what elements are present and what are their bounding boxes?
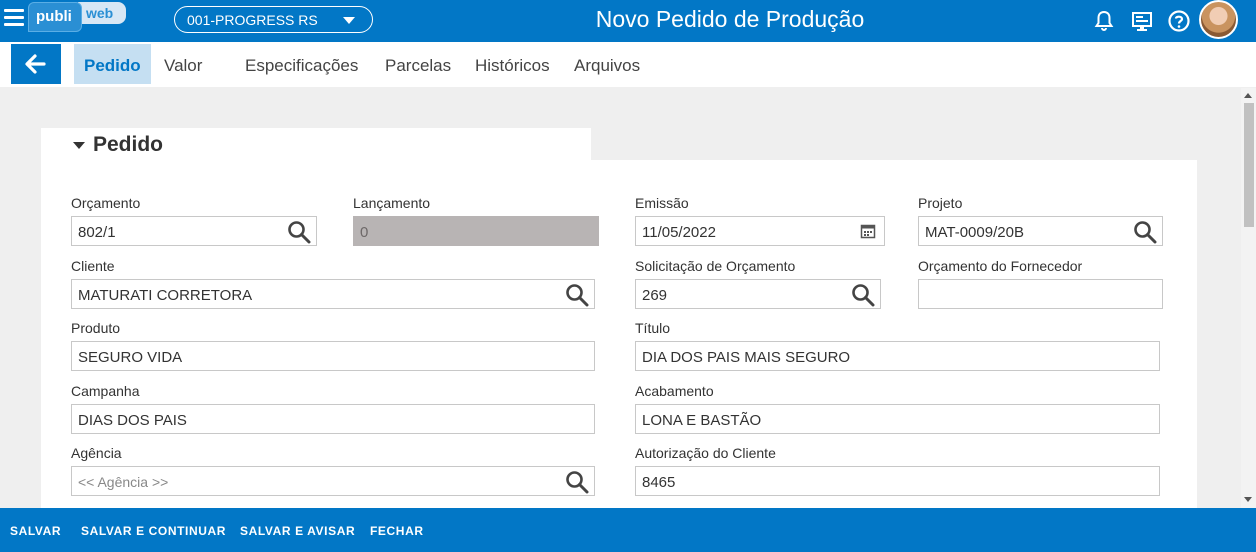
titulo-value: DIA DOS PAIS MAIS SEGURO	[642, 349, 851, 366]
projeto-field[interactable]: MAT-0009/20B	[918, 216, 1163, 246]
tab-bar: Pedido Valor Especificações Parcelas His…	[0, 42, 1256, 87]
tab-parcelas[interactable]: Parcelas	[385, 44, 451, 84]
solicitacao-label: Solicitação de Orçamento	[635, 258, 796, 274]
orcamento-field[interactable]: 802/1	[71, 216, 317, 246]
agencia-placeholder: << Agência >>	[78, 474, 169, 490]
produto-field[interactable]: SEGURO VIDA	[71, 341, 595, 371]
section-toggle[interactable]: Pedido	[73, 133, 163, 157]
lancamento-label: Lançamento	[353, 195, 431, 211]
cliente-field[interactable]: MATURATI CORRETORA	[71, 279, 595, 309]
top-header: web publi 001-PROGRESS RS Novo Pedido de…	[0, 0, 1256, 42]
cliente-label: Cliente	[71, 258, 115, 274]
lancamento-value: 0	[360, 224, 369, 241]
autorizacao-label: Autorização do Cliente	[635, 445, 776, 461]
produto-value: SEGURO VIDA	[78, 349, 183, 366]
campanha-value: DIAS DOS PAIS	[78, 412, 187, 429]
titulo-field[interactable]: DIA DOS PAIS MAIS SEGURO	[635, 341, 1160, 371]
scroll-down-arrow[interactable]	[1244, 497, 1252, 502]
help-icon[interactable]	[1166, 8, 1192, 34]
orc-fornecedor-label: Orçamento do Fornecedor	[918, 258, 1083, 274]
company-select-value: 001-PROGRESS RS	[187, 12, 318, 28]
titulo-label: Título	[635, 320, 671, 336]
chevron-down-icon	[343, 17, 355, 24]
tab-valor[interactable]: Valor	[164, 44, 202, 84]
acabamento-label: Acabamento	[635, 383, 714, 399]
search-icon[interactable]	[1133, 220, 1157, 244]
logo-part2: web	[78, 2, 126, 24]
emissao-value: 11/05/2022	[642, 224, 716, 241]
back-button[interactable]	[11, 44, 61, 84]
tab-historicos[interactable]: Históricos	[475, 44, 550, 84]
search-icon[interactable]	[565, 470, 589, 494]
monitor-icon[interactable]	[1129, 8, 1155, 34]
lancamento-field: 0	[353, 216, 599, 246]
campanha-label: Campanha	[71, 383, 140, 399]
emissao-label: Emissão	[635, 195, 689, 211]
bell-icon[interactable]	[1091, 8, 1117, 34]
orcamento-label: Orçamento	[71, 195, 141, 211]
form-card	[41, 160, 1197, 510]
projeto-value: MAT-0009/20B	[925, 224, 1024, 241]
projeto-label: Projeto	[918, 195, 963, 211]
save-button[interactable]: SALVAR	[10, 524, 61, 538]
search-icon[interactable]	[851, 283, 875, 307]
arrow-left-icon	[25, 54, 46, 74]
tab-arquivos[interactable]: Arquivos	[574, 44, 640, 84]
orc-fornecedor-field[interactable]	[918, 279, 1163, 309]
tab-especificacoes[interactable]: Especificações	[245, 44, 358, 84]
avatar[interactable]	[1199, 0, 1238, 39]
agencia-label: Agência	[71, 445, 122, 461]
orcamento-value: 802/1	[78, 224, 116, 241]
solicitacao-field[interactable]: 269	[635, 279, 881, 309]
section-title: Pedido	[93, 133, 164, 156]
caret-down-icon	[73, 141, 85, 149]
save-continue-button[interactable]: SALVAR E CONTINUAR	[81, 524, 226, 538]
emissao-field[interactable]: 11/05/2022	[635, 216, 885, 246]
acabamento-field[interactable]: LONA E BASTÃO	[635, 404, 1160, 434]
cliente-value: MATURATI CORRETORA	[78, 287, 253, 304]
search-icon[interactable]	[287, 220, 311, 244]
menu-icon[interactable]	[4, 9, 24, 29]
campanha-field[interactable]: DIAS DOS PAIS	[71, 404, 595, 434]
autorizacao-value: 8465	[642, 474, 676, 491]
scroll-up-arrow[interactable]	[1244, 93, 1252, 98]
save-notify-button[interactable]: SALVAR E AVISAR	[240, 524, 355, 538]
autorizacao-field[interactable]: 8465	[635, 466, 1160, 496]
solicitacao-value: 269	[642, 287, 668, 304]
agencia-field[interactable]: << Agência >>	[71, 466, 595, 496]
acabamento-value: LONA E BASTÃO	[642, 412, 762, 429]
close-button[interactable]: FECHAR	[370, 524, 424, 538]
company-select[interactable]: 001-PROGRESS RS	[174, 6, 373, 33]
search-icon[interactable]	[565, 283, 589, 307]
produto-label: Produto	[71, 320, 121, 336]
page-title: Novo Pedido de Produção	[595, 6, 865, 32]
logo[interactable]: web publi	[28, 2, 128, 34]
footer-bar: SALVAR SALVAR E CONTINUAR SALVAR E AVISA…	[0, 508, 1256, 552]
scrollbar-thumb[interactable]	[1244, 103, 1254, 227]
logo-part1: publi	[28, 2, 82, 32]
tab-pedido[interactable]: Pedido	[74, 44, 151, 84]
calendar-icon[interactable]	[860, 223, 876, 239]
